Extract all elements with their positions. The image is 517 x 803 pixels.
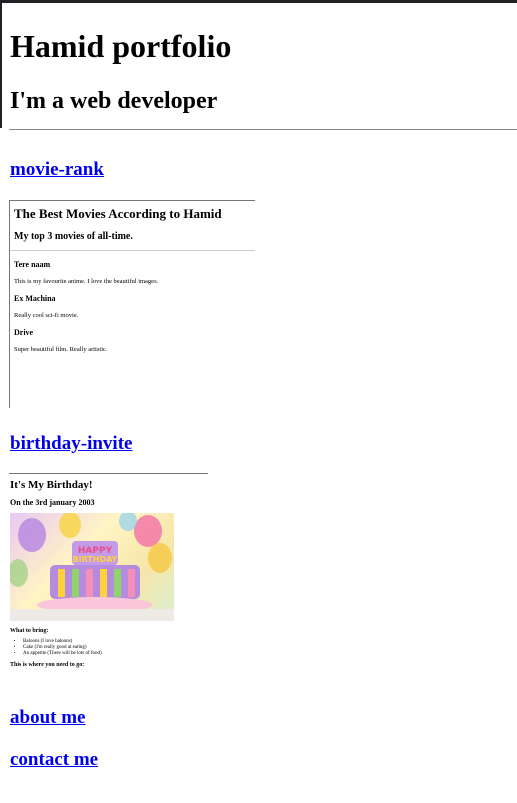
list-item: Drive Super beautiful film. Really artis… (10, 328, 255, 353)
page-left-rule (0, 3, 2, 128)
birthday-invite-link[interactable]: birthday-invite (10, 433, 132, 455)
movie-description: This is my favourite anime. I love the b… (14, 278, 159, 285)
movie-frame-subtitle: My top 3 movies of all-time. (14, 231, 133, 242)
movie-name: Tere naam (14, 260, 51, 269)
list-item: An appetite (There will be lots of food) (23, 651, 208, 657)
contact-me-link[interactable]: contact me (10, 749, 98, 771)
page-title: Hamid portfolio (10, 28, 232, 64)
birthday-cake-image: HAPPY BIRTHDAY (10, 513, 174, 621)
bring-heading: What to bring: (10, 628, 49, 634)
about-me-link[interactable]: about me (10, 707, 85, 729)
list-item: Ex Machina Really cool sci-fi movie. (10, 294, 255, 319)
movie-name: Drive (14, 328, 34, 337)
list-item: Tere naam This is my favourite anime. I … (10, 260, 255, 285)
birthday-frame-title: It's My Birthday! (10, 479, 93, 491)
birthday-frame-date: On the 3rd january 2003 (10, 498, 95, 507)
where-heading: This is where you need to go: (10, 662, 85, 668)
movie-description: Super beautiful film. Really artistic. (14, 346, 108, 353)
movie-frame-title: The Best Movies According to Hamid (14, 206, 222, 221)
birthday-invite-preview-frame[interactable]: It's My Birthday! On the 3rd january 200… (9, 473, 208, 688)
movie-frame-divider (10, 250, 255, 251)
header-divider (9, 129, 517, 130)
movie-description: Really cool sci-fi movie. (14, 312, 79, 319)
bring-list: Baloons (I love baloons) Cake (I'm reall… (9, 639, 208, 657)
movie-name: Ex Machina (14, 294, 56, 303)
movie-list: Tere naam This is my favourite anime. I … (10, 260, 255, 353)
movie-rank-link[interactable]: movie-rank (10, 159, 104, 181)
movie-rank-preview-frame[interactable]: The Best Movies According to Hamid My to… (9, 200, 255, 408)
svg-text:BIRTHDAY: BIRTHDAY (73, 555, 118, 564)
page-subtitle: I'm a web developer (10, 88, 218, 114)
